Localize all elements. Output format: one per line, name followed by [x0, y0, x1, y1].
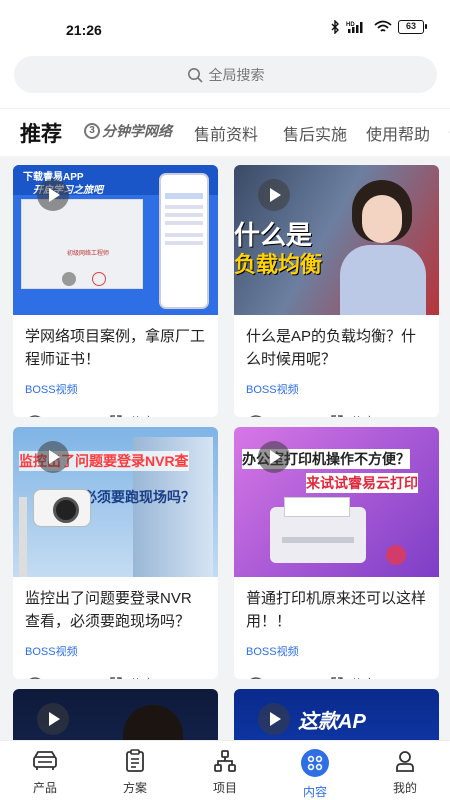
nav-label: 项目 [212, 781, 237, 795]
share-button[interactable]: 分享 [350, 674, 376, 680]
share-icon[interactable] [109, 414, 123, 417]
video-thumbnail [13, 689, 218, 740]
status-icons: HD 63 [330, 20, 427, 34]
thumb-highlight-text: 来试试睿易云打印 [306, 473, 418, 493]
camera-pole [19, 497, 27, 577]
seal-icon [62, 272, 76, 286]
logo-circle-icon: 3 [84, 123, 100, 139]
thumb-highlight-text: 负载均衡 [234, 252, 323, 277]
nav-label: 我的 [392, 781, 417, 795]
play-icon[interactable] [258, 179, 290, 211]
play-icon[interactable] [37, 441, 69, 473]
card-title: 普通打印机原来还可以这样用！！ [246, 590, 427, 630]
tab-label: 推荐 [20, 123, 62, 146]
nav-item-mine[interactable]: 我的 [360, 741, 450, 800]
router-icon [33, 751, 57, 770]
video-thumbnail: 什么是 负载均衡 [234, 165, 439, 315]
view-count: 6840 [274, 414, 330, 418]
presenter-hair [123, 705, 183, 740]
presenter-body [340, 245, 426, 315]
video-card[interactable]: 下载睿易APP 开启学习之旅吧 初级网络工程师 学网络项目案例，拿原厂工程师证书… [13, 165, 218, 417]
hierarchy-icon [214, 750, 236, 772]
share-button[interactable]: 分享 [129, 674, 155, 680]
card-tag[interactable]: BOSS视频 [13, 373, 218, 397]
nav-item-content[interactable]: 内容 [270, 741, 360, 800]
card-title: 监控出了问题要登录NVR查看，必须要跑现场吗？ [25, 590, 192, 630]
bluetooth-icon [331, 20, 339, 34]
nav-label: 方案 [122, 781, 147, 795]
tab-help[interactable]: 使用帮助 [366, 121, 430, 145]
phone-mockup [159, 173, 209, 309]
play-icon[interactable] [37, 703, 69, 735]
video-card[interactable]: 这款AP [234, 689, 439, 740]
search-icon [187, 67, 203, 83]
cellular-signal-icon: HD [346, 22, 363, 33]
certificate-image: 初级网络工程师 [21, 199, 143, 289]
status-time: 21:26 [66, 22, 102, 38]
play-icon[interactable] [37, 179, 69, 211]
play-icon[interactable] [258, 441, 290, 473]
status-bar: 21:26 HD 63 [0, 0, 450, 52]
share-button[interactable]: 分享 [350, 412, 376, 418]
card-title: 学网络项目案例，拿原厂工程师证书！ [25, 328, 206, 368]
view-count: 7123 [53, 414, 109, 418]
card-meta: 13825 分享 [13, 659, 218, 679]
wifi-icon [374, 20, 392, 32]
share-icon[interactable] [109, 676, 123, 679]
card-meta: 7123 分享 [13, 397, 218, 417]
nav-label: 内容 [302, 785, 327, 799]
clipboard-icon [126, 749, 144, 772]
person-icon [396, 751, 414, 772]
share-icon[interactable] [330, 676, 344, 679]
video-thumbnail: 这款AP [234, 689, 439, 740]
nav-item-solutions[interactable]: 方案 [90, 741, 180, 800]
video-thumbnail: 办公室打印机操作不方便？ 来试试睿易云打印 [234, 427, 439, 577]
nav-item-products[interactable]: 产品 [0, 741, 90, 800]
share-icon[interactable] [330, 414, 344, 417]
video-card[interactable]: 办公室打印机操作不方便？ 来试试睿易云打印 普通打印机原来还可以这样用！！ BO… [234, 427, 439, 679]
thumb-text: 这款AP [298, 711, 366, 733]
card-tag[interactable]: BOSS视频 [234, 373, 439, 397]
presenter-face [362, 195, 402, 243]
camera-lens [53, 497, 79, 523]
search-bar[interactable]: 全局搜索 [14, 56, 437, 93]
tab-aftersales[interactable]: 售后实施 [283, 121, 347, 145]
certificate-title: 初级网络工程师 [67, 251, 110, 257]
tab-presales[interactable]: 售前资料 [194, 121, 258, 145]
ball-decoration [386, 545, 406, 565]
card-tag[interactable]: BOSS视频 [234, 635, 439, 659]
eye-icon [250, 415, 262, 417]
video-thumbnail: 监控出了问题要登录NVR查 必须要跑现场吗？ [13, 427, 218, 577]
card-tag[interactable]: BOSS视频 [13, 635, 218, 659]
tab-3min-network[interactable]: 3 分钟学网络 [84, 121, 172, 141]
thumb-highlight-text: 必须要跑现场吗？ [83, 489, 195, 505]
nav-item-projects[interactable]: 项目 [180, 741, 270, 800]
stamp-icon [92, 272, 106, 286]
video-card[interactable]: 什么是 负载均衡 什么是AP的负载均衡？什么时候用呢？ BOSS视频 6840 … [234, 165, 439, 417]
grid-dots-icon [301, 749, 329, 777]
view-count: 13825 [53, 676, 109, 680]
eye-icon [29, 677, 41, 679]
share-button[interactable]: 分享 [129, 412, 155, 418]
battery-icon: 63 [398, 20, 427, 34]
video-thumbnail: 下载睿易APP 开启学习之旅吧 初级网络工程师 [13, 165, 218, 315]
nav-label: 产品 [32, 781, 57, 795]
card-title: 什么是AP的负载均衡？什么时候用呢？ [246, 328, 417, 368]
play-icon[interactable] [258, 703, 290, 735]
bottom-nav: 产品 方案 项目 内容 我的 [0, 740, 450, 800]
tab-logo-text: 分钟学网络 [102, 123, 172, 139]
video-card[interactable] [13, 689, 218, 740]
view-count: 14633 [274, 676, 330, 680]
tab-recommend[interactable]: 推荐 [20, 118, 62, 148]
eye-icon [29, 415, 41, 417]
search-placeholder: 全局搜索 [208, 66, 265, 83]
card-meta: 14633 分享 [234, 659, 439, 679]
printer-image [270, 497, 366, 563]
content-feed[interactable]: 下载睿易APP 开启学习之旅吧 初级网络工程师 学网络项目案例，拿原厂工程师证书… [0, 156, 450, 740]
eye-icon [250, 677, 262, 679]
category-tabs: 推荐 3 分钟学网络 售前资料 售后实施 使用帮助 谈 [0, 108, 450, 156]
card-meta: 6840 分享 [234, 397, 439, 417]
video-card[interactable]: 监控出了问题要登录NVR查 必须要跑现场吗？ 监控出了问题要登录NVR查看，必须… [13, 427, 218, 679]
